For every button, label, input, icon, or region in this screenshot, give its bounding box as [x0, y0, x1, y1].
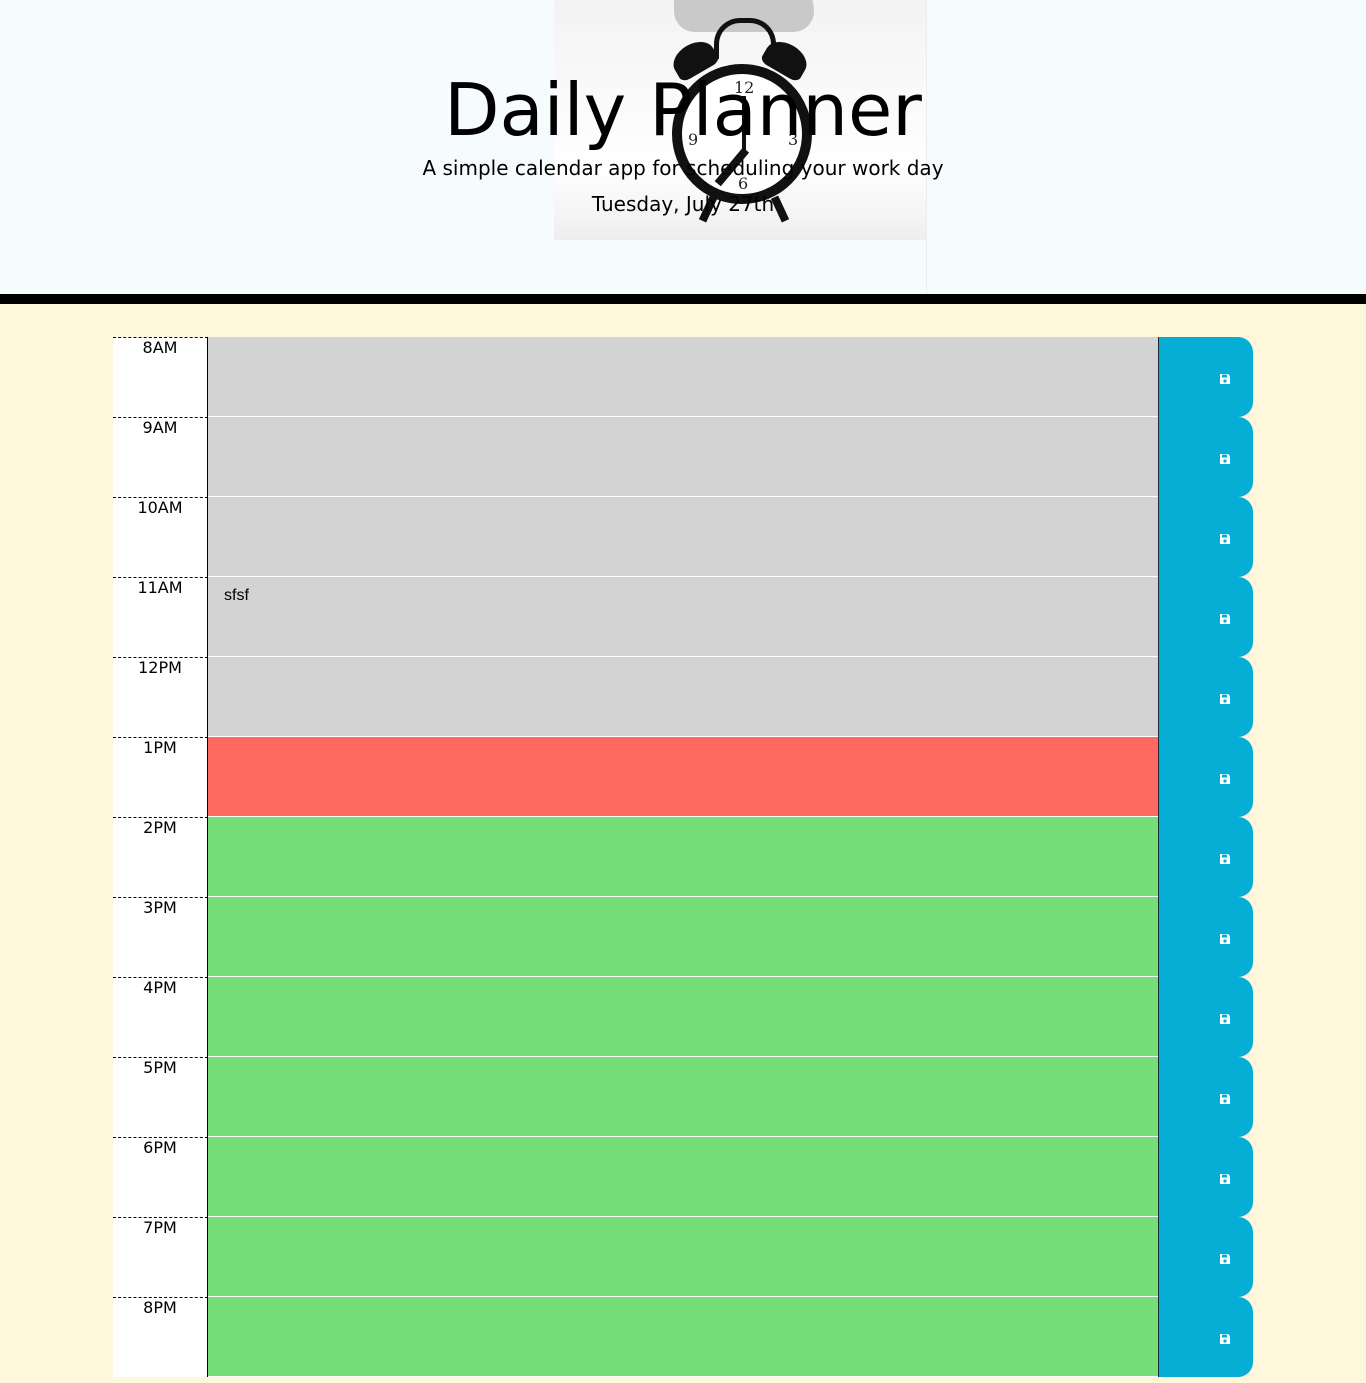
time-block: 12PM — [113, 657, 1253, 737]
floppy-disk-icon — [1220, 934, 1230, 944]
hour-label: 10AM — [113, 497, 208, 577]
floppy-disk-icon — [1220, 774, 1230, 784]
time-block: 8AM — [113, 337, 1253, 417]
event-description-input[interactable] — [208, 497, 1158, 577]
page-header: 12 3 6 9 Daily Planner A simple calendar… — [0, 0, 1366, 304]
event-description-input[interactable] — [208, 1297, 1158, 1377]
hour-label: 8AM — [113, 337, 208, 417]
save-button[interactable] — [1158, 337, 1253, 417]
save-button[interactable] — [1158, 577, 1253, 657]
time-block: 4PM — [113, 977, 1253, 1057]
time-block: 8PM — [113, 1297, 1253, 1377]
event-description-input[interactable] — [208, 737, 1158, 817]
save-button[interactable] — [1158, 1137, 1253, 1217]
save-button[interactable] — [1158, 897, 1253, 977]
floppy-disk-icon — [1220, 454, 1230, 464]
event-description-input[interactable] — [208, 1217, 1158, 1297]
hour-label: 12PM — [113, 657, 208, 737]
event-description-input[interactable] — [208, 897, 1158, 977]
floppy-disk-icon — [1220, 1094, 1230, 1104]
time-block: 7PM — [113, 1217, 1253, 1297]
time-block: 1PM — [113, 737, 1253, 817]
event-description-input[interactable] — [208, 657, 1158, 737]
time-block: 10AM — [113, 497, 1253, 577]
save-button[interactable] — [1158, 417, 1253, 497]
floppy-disk-icon — [1220, 1014, 1230, 1024]
hour-label: 1PM — [113, 737, 208, 817]
floppy-disk-icon — [1220, 534, 1230, 544]
time-block: 9AM — [113, 417, 1253, 497]
floppy-disk-icon — [1220, 614, 1230, 624]
hour-label: 8PM — [113, 1297, 208, 1377]
time-block: 11AM sfsf — [113, 577, 1253, 657]
save-button[interactable] — [1158, 817, 1253, 897]
time-block: 5PM — [113, 1057, 1253, 1137]
hour-label: 4PM — [113, 977, 208, 1057]
event-description-input[interactable] — [208, 817, 1158, 897]
floppy-disk-icon — [1220, 854, 1230, 864]
hour-label: 5PM — [113, 1057, 208, 1137]
save-button[interactable] — [1158, 1297, 1253, 1377]
hour-label: 3PM — [113, 897, 208, 977]
hour-label: 9AM — [113, 417, 208, 497]
save-button[interactable] — [1158, 497, 1253, 577]
event-description-input[interactable] — [208, 977, 1158, 1057]
save-button[interactable] — [1158, 657, 1253, 737]
planner: 8AM 9AM 10AM 11AM sfsf 12PM 1PM 2PM 3PM 4PM 5PM 6PM… — [113, 337, 1253, 1377]
save-button[interactable] — [1158, 1057, 1253, 1137]
hour-label: 6PM — [113, 1137, 208, 1217]
floppy-disk-icon — [1220, 694, 1230, 704]
time-block: 2PM — [113, 817, 1253, 897]
save-button[interactable] — [1158, 977, 1253, 1057]
floppy-disk-icon — [1220, 1254, 1230, 1264]
floppy-disk-icon — [1220, 374, 1230, 384]
page-subtitle: A simple calendar app for scheduling you… — [422, 156, 944, 180]
hour-label: 11AM — [113, 577, 208, 657]
event-description-input[interactable] — [208, 337, 1158, 417]
hour-label: 2PM — [113, 817, 208, 897]
time-block: 3PM — [113, 897, 1253, 977]
current-day: Tuesday, July 27th — [591, 192, 775, 216]
event-description-input[interactable] — [208, 417, 1158, 497]
page-title: Daily Planner — [444, 68, 922, 152]
save-button[interactable] — [1158, 737, 1253, 817]
event-description-input[interactable] — [208, 1057, 1158, 1137]
floppy-disk-icon — [1220, 1174, 1230, 1184]
event-description-input[interactable]: sfsf — [208, 577, 1158, 657]
floppy-disk-icon — [1220, 1334, 1230, 1344]
save-button[interactable] — [1158, 1217, 1253, 1297]
event-description-input[interactable] — [208, 1137, 1158, 1217]
hour-label: 7PM — [113, 1217, 208, 1297]
time-block: 6PM — [113, 1137, 1253, 1217]
